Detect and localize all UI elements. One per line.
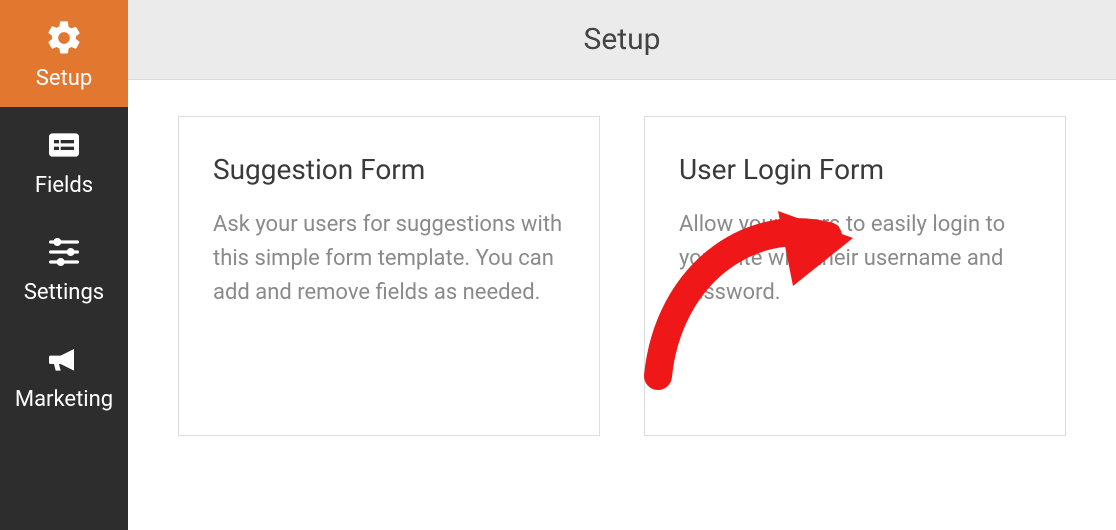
sidebar-item-label: Fields bbox=[35, 173, 93, 198]
card-description: Allow your users to easily login to your… bbox=[679, 208, 1031, 310]
list-icon bbox=[42, 125, 86, 165]
page-title: Setup bbox=[584, 22, 661, 57]
sidebar-item-label: Setup bbox=[36, 66, 92, 91]
sidebar-item-label: Settings bbox=[24, 280, 104, 305]
megaphone-icon bbox=[42, 339, 86, 379]
app-root: Setup Fields Settings Marketing bbox=[0, 0, 1116, 530]
sidebar-item-label: Marketing bbox=[15, 387, 113, 412]
builder-sidebar: Setup Fields Settings Marketing bbox=[0, 0, 128, 530]
main-panel: Setup Suggestion Form Ask your users for… bbox=[128, 0, 1116, 530]
sidebar-item-marketing[interactable]: Marketing bbox=[0, 321, 128, 428]
card-description: Ask your users for suggestions with this… bbox=[213, 208, 565, 310]
card-title: Suggestion Form bbox=[213, 153, 565, 186]
template-grid: Suggestion Form Ask your users for sugge… bbox=[128, 80, 1116, 530]
topbar: Setup bbox=[128, 0, 1116, 80]
sidebar-item-setup[interactable]: Setup bbox=[0, 0, 128, 107]
sliders-icon bbox=[42, 232, 86, 272]
template-card-suggestion-form[interactable]: Suggestion Form Ask your users for sugge… bbox=[178, 116, 600, 436]
sidebar-item-settings[interactable]: Settings bbox=[0, 214, 128, 321]
template-card-user-login-form[interactable]: User Login Form Allow your users to easi… bbox=[644, 116, 1066, 436]
sidebar-item-fields[interactable]: Fields bbox=[0, 107, 128, 214]
gear-icon bbox=[42, 18, 86, 58]
card-title: User Login Form bbox=[679, 153, 1031, 186]
